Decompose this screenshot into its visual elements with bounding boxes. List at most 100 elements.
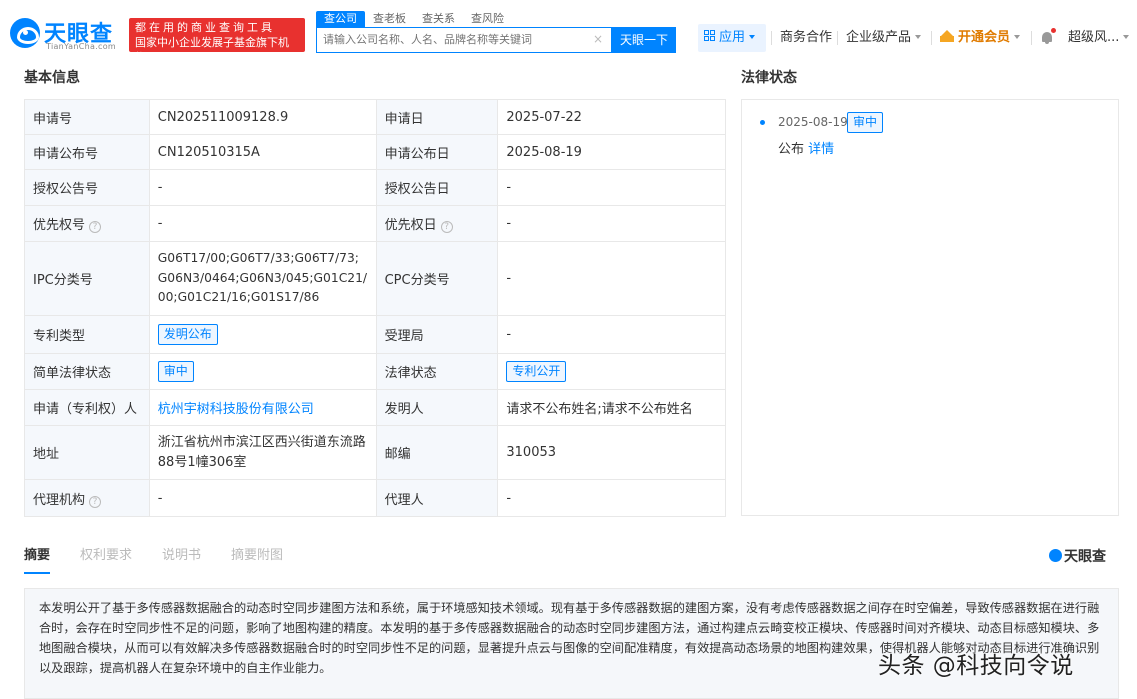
label-cpc: CPC分类号	[375, 241, 499, 316]
priority-date-label-text: 优先权日	[384, 218, 437, 233]
tab-claims[interactable]: 权利要求	[80, 546, 132, 574]
value-priority-date: -	[497, 205, 726, 242]
table-row: 申请公布号 CN120510315A 申请公布日 2025-08-19	[24, 134, 726, 170]
nav-divider	[771, 31, 772, 45]
search-tabs: 查公司 查老板 查关系 查风险	[316, 11, 512, 27]
tab-search-boss[interactable]: 查老板	[365, 11, 414, 27]
value-patent-type: 发明公布	[148, 315, 377, 354]
label-publication-date: 申请公布日	[375, 134, 499, 170]
label-grant-no: 授权公告号	[24, 169, 150, 206]
value-inventor: 请求不公布姓名;请求不公布姓名	[497, 389, 726, 426]
label-legal-status: 法律状态	[375, 353, 499, 390]
label-ipc: IPC分类号	[24, 241, 150, 316]
table-row: 地址 浙江省杭州市滨江区西兴街道东流路88号1幢306室 邮编 310053	[24, 425, 726, 480]
nav-divider	[837, 31, 838, 45]
value-application-no: CN202511009128.9	[148, 99, 377, 135]
nav-divider	[931, 31, 932, 45]
label-applicant: 申请（专利权）人	[24, 389, 150, 426]
chevron-down-icon	[1014, 35, 1021, 39]
table-row: 优先权号? - 优先权日? -	[24, 205, 726, 242]
label-application-no: 申请号	[24, 99, 150, 135]
nav-enterprise[interactable]: 企业级产品	[846, 24, 922, 52]
crown-icon	[940, 30, 954, 42]
nav-divider	[1031, 31, 1032, 45]
legal-event-label: 公布	[778, 142, 805, 157]
label-address: 地址	[24, 425, 150, 480]
slogan-badge: 都在用的商业查询工具 国家中小企业发展子基金旗下机构	[129, 18, 305, 64]
slogan-line-2: 国家中小企业发展子基金旗下机构	[135, 36, 289, 64]
value-legal-status: 专利公开	[497, 353, 726, 390]
value-application-date: 2025-07-22	[497, 99, 726, 135]
chevron-down-icon	[749, 35, 756, 39]
tianyancha-logo[interactable]: 天眼查 TianYanCha.com	[10, 16, 122, 56]
label-patent-type: 专利类型	[24, 315, 150, 354]
search-input[interactable]	[323, 33, 583, 46]
content-tabs: 摘要 权利要求 说明书 摘要附图	[24, 546, 313, 574]
value-agent: -	[497, 479, 726, 517]
legal-status-title: 法律状态	[741, 70, 797, 86]
table-row: 申请（专利权）人 杭州宇树科技股份有限公司 发明人 请求不公布姓名;请求不公布姓…	[24, 389, 726, 426]
label-agent: 代理人	[375, 479, 499, 517]
search-box: ×	[316, 27, 612, 53]
value-grant-date: -	[497, 169, 726, 206]
notification-dot	[1051, 28, 1056, 33]
nav-app-menu[interactable]: 应用	[698, 24, 766, 52]
status-badge: 审中	[157, 361, 194, 382]
agency-label-text: 代理机构	[33, 492, 86, 508]
tab-search-risk[interactable]: 查风险	[463, 11, 512, 27]
status-badge: 专利公开	[506, 361, 567, 382]
tab-abstract[interactable]: 摘要	[24, 546, 51, 574]
help-icon[interactable]: ?	[440, 221, 453, 233]
nav-vip[interactable]: 开通会员	[940, 24, 1021, 52]
help-icon[interactable]: ?	[89, 495, 102, 508]
value-applicant: 杭州宇树科技股份有限公司	[148, 389, 377, 426]
tab-search-relation[interactable]: 查关系	[414, 11, 463, 27]
tab-description[interactable]: 说明书	[162, 546, 201, 574]
logo-subtext: TianYanCha.com	[46, 42, 116, 51]
table-row: 专利类型 发明公布 受理局 -	[24, 315, 726, 354]
tab-search-company[interactable]: 查公司	[316, 11, 365, 27]
help-icon[interactable]: ?	[89, 221, 102, 233]
detail-link[interactable]: 详情	[808, 142, 834, 157]
brand-mark: 天眼查	[1049, 546, 1106, 566]
status-badge: 审中	[847, 112, 884, 133]
patent-type-tag: 发明公布	[157, 324, 218, 345]
table-row: IPC分类号 G06T17/00;G06T7/33;G06T7/73;G06N3…	[24, 241, 726, 316]
value-grant-no: -	[148, 169, 377, 206]
label-inventor: 发明人	[375, 389, 499, 426]
top-header: 天眼查 TianYanCha.com 都在用的商业查询工具 国家中小企业发展子基…	[0, 0, 1137, 64]
search-button[interactable]: 天眼一下	[612, 27, 676, 53]
slogan-line-1: 都在用的商业查询工具	[135, 21, 275, 34]
tab-abstract-figure[interactable]: 摘要附图	[231, 546, 283, 574]
value-agency: -	[148, 479, 377, 517]
nav-business[interactable]: 商务合作	[780, 24, 832, 52]
value-priority-no: -	[148, 205, 377, 242]
label-postcode: 邮编	[375, 425, 499, 480]
clear-icon[interactable]: ×	[593, 32, 603, 46]
basic-info-title: 基本信息	[24, 70, 80, 86]
value-publication-date: 2025-08-19	[497, 134, 726, 170]
eye-logo-icon	[10, 18, 40, 48]
nav-enterprise-label: 企业级产品	[846, 30, 912, 45]
label-grant-date: 授权公告日	[375, 169, 499, 206]
label-priority-date: 优先权日?	[375, 205, 499, 242]
value-ipc: G06T17/00;G06T7/33;G06T7/73;G06N3/0464;G…	[148, 241, 377, 316]
applicant-link[interactable]: 杭州宇树科技股份有限公司	[158, 402, 314, 417]
table-row: 代理机构? - 代理人 -	[24, 479, 726, 517]
legal-status-panel: 2025-08-19 审中 公布 详情	[741, 99, 1119, 516]
value-office: -	[497, 315, 726, 354]
value-address: 浙江省杭州市滨江区西兴街道东流路88号1幢306室	[148, 425, 377, 480]
value-postcode: 310053	[497, 425, 726, 480]
bell-icon[interactable]	[1041, 31, 1053, 44]
label-application-date: 申请日	[375, 99, 499, 135]
watermark: 头条 @科技向令说	[878, 653, 1074, 679]
value-simple-legal-status: 审中	[148, 353, 377, 390]
label-priority-no: 优先权号?	[24, 205, 150, 242]
table-row: 申请号 CN202511009128.9 申请日 2025-07-22	[24, 99, 726, 135]
value-publication-no: CN120510315A	[148, 134, 377, 170]
legal-event-date: 2025-08-19	[778, 115, 848, 129]
nav-user[interactable]: 超级风...	[1068, 24, 1130, 52]
eye-logo-icon	[1049, 549, 1062, 562]
nav-vip-label: 开通会员	[958, 30, 1011, 45]
label-office: 受理局	[375, 315, 499, 354]
